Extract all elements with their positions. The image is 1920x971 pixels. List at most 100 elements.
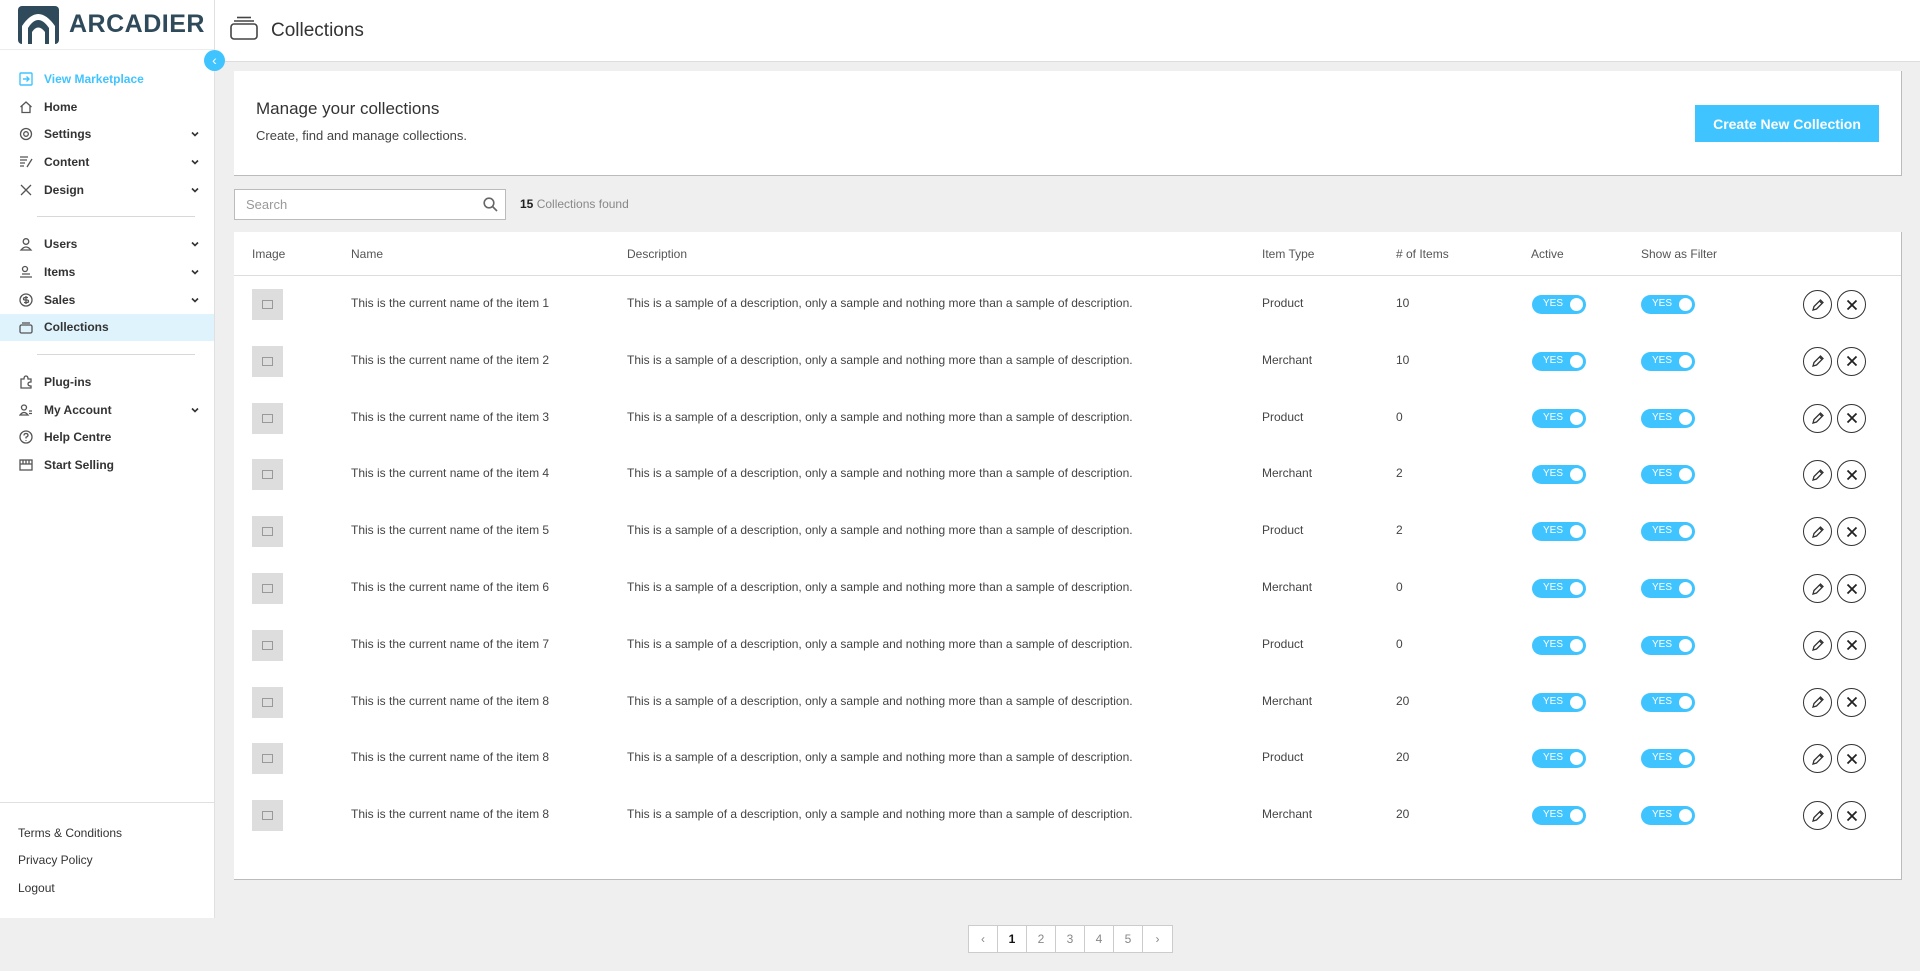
- show-as-filter-toggle[interactable]: YES: [1641, 635, 1695, 655]
- active-toggle[interactable]: YES: [1532, 351, 1586, 371]
- show-as-filter-toggle[interactable]: YES: [1641, 465, 1695, 485]
- cell-item-type: Merchant: [1262, 807, 1313, 822]
- cell-item-count: 20: [1396, 750, 1410, 765]
- sidebar-item-home[interactable]: Home: [0, 93, 214, 121]
- pagination-page[interactable]: 3: [1056, 926, 1085, 952]
- edit-button[interactable]: [1803, 744, 1832, 774]
- sidebar-item-view-marketplace[interactable]: View Marketplace: [0, 65, 214, 93]
- edit-button[interactable]: [1803, 687, 1832, 717]
- logo[interactable]: ARCADIER: [0, 0, 214, 50]
- pagination-page[interactable]: 1: [998, 926, 1027, 952]
- show-as-filter-toggle[interactable]: YES: [1641, 579, 1695, 598]
- active-toggle[interactable]: YES: [1532, 522, 1586, 542]
- toggle-label: YES: [1652, 638, 1673, 650]
- edit-button[interactable]: [1803, 801, 1832, 831]
- delete-button[interactable]: [1837, 574, 1866, 603]
- delete-button[interactable]: [1837, 517, 1866, 547]
- sidebar-item-my-account[interactable]: My Account: [0, 396, 214, 424]
- cell-name: This is the current name of the item 1: [351, 296, 550, 310]
- store-icon: [18, 457, 34, 473]
- sidebar-item-label: Settings: [44, 127, 92, 142]
- table-row: This is the current name of the item 8 Th…: [234, 787, 1901, 844]
- active-toggle[interactable]: YES: [1532, 579, 1586, 598]
- toggle-knob: [1570, 638, 1583, 652]
- cell-item-count: 10: [1396, 296, 1410, 310]
- active-toggle[interactable]: YES: [1532, 806, 1586, 826]
- close-icon: [1845, 809, 1859, 823]
- edit-button[interactable]: [1803, 517, 1832, 547]
- active-toggle[interactable]: YES: [1532, 295, 1586, 314]
- sidebar-item-content[interactable]: Content: [0, 148, 214, 176]
- pagination-page[interactable]: 4: [1085, 926, 1114, 952]
- sidebar: ARCADIER View Marketplace Home Settings Con…: [0, 0, 215, 918]
- active-toggle[interactable]: YES: [1532, 465, 1586, 485]
- sidebar-item-collections[interactable]: Collections: [0, 313, 214, 342]
- column-header-active[interactable]: Active: [1531, 247, 1564, 261]
- pencil-icon: [1811, 298, 1825, 312]
- cell-item-count: 0: [1396, 580, 1403, 594]
- sidebar-item-sales[interactable]: Sales: [0, 286, 214, 314]
- footer-link-logout[interactable]: Logout: [0, 875, 214, 903]
- delete-button[interactable]: [1837, 346, 1866, 376]
- sidebar-item-design[interactable]: Design: [0, 176, 214, 204]
- cell-description: This is a sample of a description, only …: [627, 693, 1133, 708]
- pagination-page[interactable]: 5: [1114, 926, 1143, 952]
- cell-description: This is a sample of a description, only …: [627, 352, 1133, 367]
- sidebar-item-plug-ins[interactable]: Plug-ins: [0, 368, 214, 396]
- active-toggle[interactable]: YES: [1532, 408, 1586, 428]
- delete-button[interactable]: [1837, 460, 1866, 490]
- edit-button[interactable]: [1803, 346, 1832, 376]
- delete-button[interactable]: [1837, 744, 1866, 774]
- pagination-next[interactable]: ›: [1143, 926, 1172, 952]
- image-placeholder-icon: [252, 459, 283, 491]
- footer-link-privacy-policy[interactable]: Privacy Policy: [0, 847, 214, 875]
- edit-button[interactable]: [1803, 460, 1832, 490]
- show-as-filter-toggle[interactable]: YES: [1641, 351, 1695, 371]
- sidebar-item-start-selling[interactable]: Start Selling: [0, 451, 214, 479]
- active-toggle[interactable]: YES: [1532, 692, 1586, 712]
- sidebar-item-help-centre[interactable]: Help Centre: [0, 424, 214, 452]
- toggle-knob: [1570, 695, 1583, 709]
- search-icon[interactable]: [483, 197, 498, 217]
- column-header-item-type[interactable]: Item Type: [1262, 247, 1314, 261]
- search-input[interactable]: [235, 190, 475, 219]
- cell-name: This is the current name of the item 7: [351, 636, 550, 651]
- image-placeholder-icon: [252, 743, 283, 775]
- edit-button[interactable]: [1803, 403, 1832, 433]
- pencil-icon: [1811, 354, 1825, 368]
- delete-button[interactable]: [1837, 290, 1866, 319]
- show-as-filter-toggle[interactable]: YES: [1641, 408, 1695, 428]
- column-header-description[interactable]: Description: [627, 247, 687, 261]
- show-as-filter-toggle[interactable]: YES: [1641, 295, 1695, 314]
- column-header-show-as-filter[interactable]: Show as Filter: [1641, 247, 1717, 261]
- delete-button[interactable]: [1837, 801, 1866, 831]
- edit-button[interactable]: [1803, 574, 1832, 603]
- column-header-name[interactable]: Name: [351, 247, 383, 261]
- edit-button[interactable]: [1803, 290, 1832, 319]
- create-collection-button[interactable]: Create New Collection: [1695, 105, 1879, 142]
- delete-button[interactable]: [1837, 687, 1866, 717]
- active-toggle[interactable]: YES: [1532, 635, 1586, 655]
- cell-item-type: Product: [1262, 636, 1304, 651]
- items-icon: [18, 264, 34, 280]
- sidebar-item-users[interactable]: Users: [0, 230, 214, 258]
- image-placeholder-icon: [252, 800, 283, 832]
- user-icon: [18, 236, 34, 252]
- delete-button[interactable]: [1837, 403, 1866, 433]
- active-toggle[interactable]: YES: [1532, 749, 1586, 769]
- footer-link-terms-conditions[interactable]: Terms & Conditions: [0, 820, 214, 848]
- show-as-filter-toggle[interactable]: YES: [1641, 806, 1695, 826]
- collapse-sidebar-button[interactable]: ‹: [204, 50, 225, 71]
- delete-button[interactable]: [1837, 630, 1866, 660]
- pagination-page[interactable]: 2: [1027, 926, 1056, 952]
- sidebar-item-settings[interactable]: Settings: [0, 120, 214, 148]
- sidebar-item-items[interactable]: Items: [0, 258, 214, 286]
- column-header-image[interactable]: Image: [252, 247, 285, 261]
- pagination-prev[interactable]: ‹: [969, 926, 998, 952]
- show-as-filter-toggle[interactable]: YES: [1641, 749, 1695, 769]
- cell-description: This is a sample of a description, only …: [627, 750, 1133, 765]
- column-header-of-items[interactable]: # of Items: [1396, 247, 1449, 261]
- show-as-filter-toggle[interactable]: YES: [1641, 692, 1695, 712]
- show-as-filter-toggle[interactable]: YES: [1641, 522, 1695, 542]
- edit-button[interactable]: [1803, 630, 1832, 660]
